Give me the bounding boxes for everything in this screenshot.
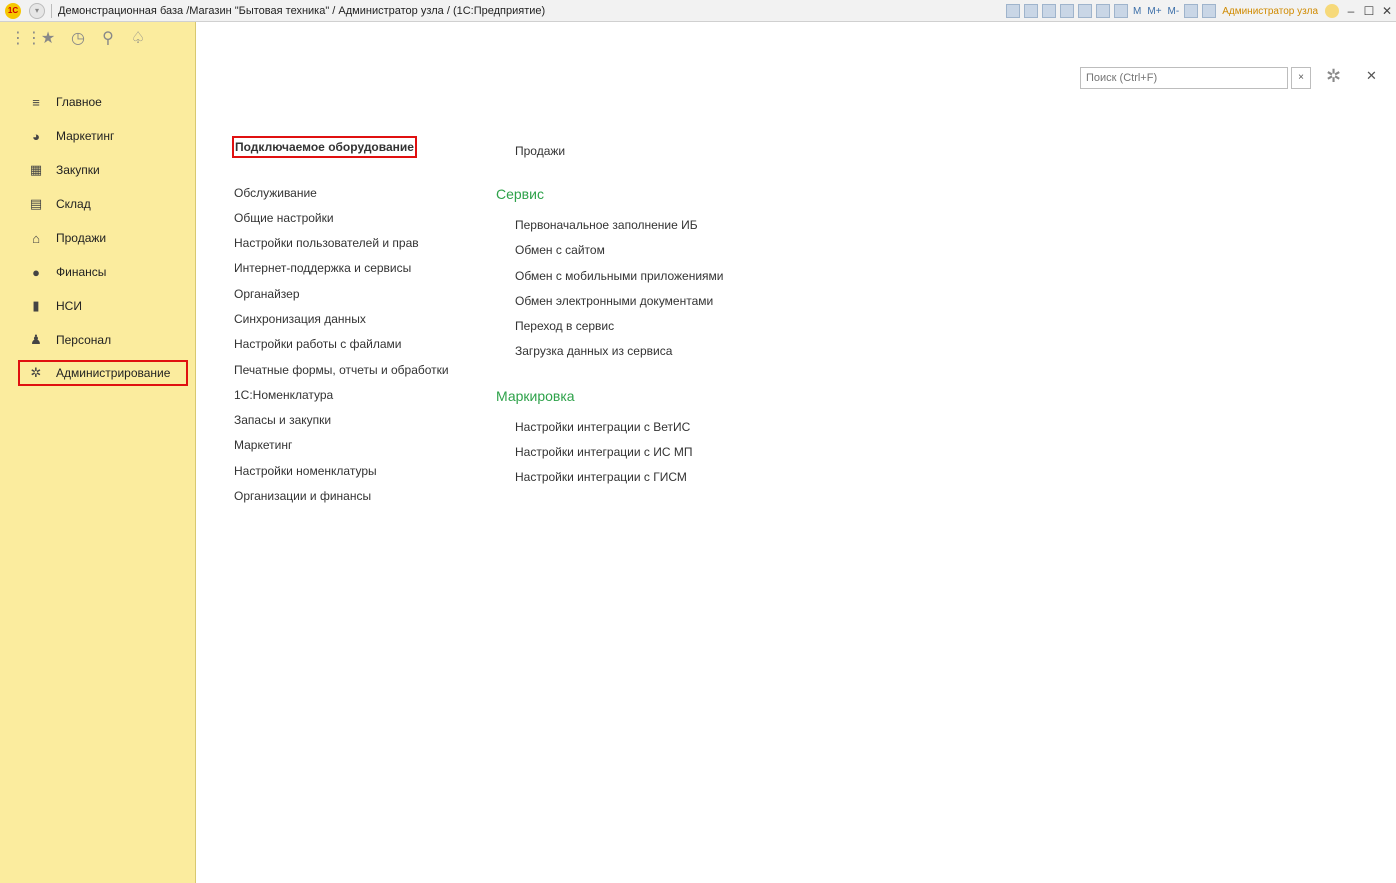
- calendar-icon[interactable]: [1096, 4, 1111, 18]
- link-1c-nomenclature[interactable]: 1С:Номенклатура: [234, 388, 333, 402]
- settings-gear-icon[interactable]: ✲: [1326, 66, 1341, 87]
- gear-icon: ✲: [30, 365, 42, 380]
- link-vetis-integration[interactable]: Настройки интеграции с ВетИС: [515, 420, 690, 434]
- save-icon[interactable]: [1006, 4, 1021, 18]
- apps-grid-icon[interactable]: ⋮⋮: [10, 28, 42, 48]
- favorites-star-icon[interactable]: ★: [40, 28, 56, 48]
- link-maintenance[interactable]: Обслуживание: [234, 186, 317, 200]
- sidebar-item-marketing[interactable]: ◕ Маркетинг: [18, 123, 188, 149]
- print-icon[interactable]: [1024, 4, 1039, 18]
- search-input[interactable]: [1080, 67, 1288, 89]
- sidebar-item-main[interactable]: ≡ Главное: [18, 89, 188, 115]
- link-gism-integration[interactable]: Настройки интеграции с ГИСМ: [515, 470, 687, 484]
- sidebar-item-label: Продажи: [56, 231, 107, 245]
- maximize-button[interactable]: ☐: [1361, 4, 1377, 18]
- menu-lines-icon: ≡: [32, 94, 40, 110]
- sidebar-item-purchases[interactable]: ▦ Закупки: [18, 157, 188, 183]
- link-organizations-finance[interactable]: Организации и финансы: [234, 489, 371, 503]
- documents-icon: ▮: [32, 298, 40, 313]
- bell-icon[interactable]: ♤: [130, 28, 146, 48]
- sidebar-item-sales[interactable]: ⌂ Продажи: [18, 225, 188, 251]
- link-ismp-integration[interactable]: Настройки интеграции с ИС МП: [515, 445, 692, 459]
- link-edoc-exchange[interactable]: Обмен электронными документами: [515, 294, 713, 308]
- sections-panel: ⋮⋮ ★ ◷ ⚲ ♤ ≡ Главное ◕ Маркетинг ▦ Закуп…: [0, 22, 196, 883]
- link-print-forms[interactable]: Печатные формы, отчеты и обработки: [234, 363, 449, 377]
- link-organizer[interactable]: Органайзер: [234, 287, 300, 301]
- person-icon: ♟: [30, 332, 42, 347]
- window-title: Демонстрационная база /Магазин "Бытовая …: [58, 4, 546, 17]
- link-nomenclature-settings[interactable]: Настройки номенклатуры: [234, 464, 377, 478]
- cart-icon: ▦: [29, 162, 43, 177]
- logo-1c-icon: 1С: [5, 2, 21, 19]
- close-window-button[interactable]: ✕: [1379, 4, 1395, 18]
- link-mobile-exchange[interactable]: Обмен с мобильными приложениями: [515, 269, 724, 283]
- sidebar-item-finance[interactable]: ● Финансы: [18, 259, 188, 285]
- panels-icon[interactable]: [1202, 4, 1217, 18]
- sidebar-item-label: Финансы: [56, 265, 107, 279]
- history-icon[interactable]: ◷: [70, 28, 86, 48]
- link-general-settings[interactable]: Общие настройки: [234, 211, 334, 225]
- current-user[interactable]: Администратор узла: [1222, 6, 1318, 17]
- link-stocks-purchases[interactable]: Запасы и закупки: [234, 413, 331, 427]
- link-data-sync[interactable]: Синхронизация данных: [234, 312, 366, 326]
- link-move-to-service[interactable]: Переход в сервис: [515, 319, 614, 333]
- calculator-icon[interactable]: [1114, 4, 1129, 18]
- search-icon[interactable]: ⚲: [100, 28, 116, 48]
- sidebar-item-label: Администрирование: [56, 366, 171, 380]
- link-icon[interactable]: [1060, 4, 1075, 18]
- link-marketing[interactable]: Маркетинг: [234, 438, 292, 452]
- sidebar-item-nsi[interactable]: ▮ НСИ: [18, 293, 188, 319]
- info-icon[interactable]: [1325, 4, 1339, 18]
- link-load-from-service[interactable]: Загрузка данных из сервиса: [515, 344, 672, 358]
- basket-icon: ⌂: [32, 230, 40, 246]
- title-separator: [51, 3, 52, 18]
- sidebar-item-label: НСИ: [56, 299, 82, 313]
- close-section-button[interactable]: ✕: [1366, 68, 1377, 84]
- sidebar-item-warehouse[interactable]: ▤ Склад: [18, 191, 188, 217]
- group-title-service: Сервис: [496, 186, 544, 202]
- memory-button-m-plus[interactable]: M+: [1147, 6, 1161, 17]
- title-bar-tools: M M+ M- Администратор узла – ☐ ✕: [1004, 0, 1396, 22]
- link-file-settings[interactable]: Настройки работы с файлами: [234, 337, 401, 351]
- zoom-icon[interactable]: [1184, 4, 1199, 18]
- sidebar-item-label: Главное: [56, 95, 102, 109]
- sidebar-item-administration[interactable]: ✲ Администрирование: [18, 360, 188, 386]
- sidebar-item-label: Маркетинг: [56, 129, 115, 143]
- memory-button-m-minus[interactable]: M-: [1168, 6, 1180, 17]
- link-internet-support[interactable]: Интернет-поддержка и сервисы: [234, 261, 411, 275]
- link-user-rights-settings[interactable]: Настройки пользователей и прав: [234, 236, 419, 250]
- sidebar-item-label: Закупки: [56, 163, 100, 177]
- sidebar-toolbar: ⋮⋮ ★ ◷ ⚲ ♤: [0, 22, 195, 54]
- sidebar-item-label: Склад: [56, 197, 91, 211]
- minimize-button[interactable]: –: [1343, 4, 1359, 18]
- clear-search-button[interactable]: ×: [1291, 67, 1311, 89]
- group-title-marking: Маркировка: [496, 388, 575, 404]
- link-sales[interactable]: Продажи: [515, 144, 565, 158]
- sidebar-item-label: Персонал: [56, 333, 112, 347]
- pie-chart-icon: ◕: [32, 128, 40, 144]
- main-menu-button[interactable]: ▾: [29, 2, 45, 19]
- preview-icon[interactable]: [1042, 4, 1057, 18]
- copy-icon[interactable]: [1078, 4, 1093, 18]
- sidebar-item-personnel[interactable]: ♟ Персонал: [18, 327, 188, 353]
- link-site-exchange[interactable]: Обмен с сайтом: [515, 243, 605, 257]
- link-initial-filling[interactable]: Первоначальное заполнение ИБ: [515, 218, 698, 232]
- link-connected-equipment[interactable]: Подключаемое оборудование: [232, 136, 417, 158]
- warehouse-icon: ▤: [29, 196, 43, 211]
- ruble-icon: ●: [32, 264, 40, 280]
- memory-button-m[interactable]: M: [1133, 6, 1141, 17]
- title-bar: 1С ▾ Демонстрационная база /Магазин "Быт…: [0, 0, 1396, 22]
- section-content: × ✲ ✕ Подключаемое оборудование Обслужив…: [196, 22, 1396, 883]
